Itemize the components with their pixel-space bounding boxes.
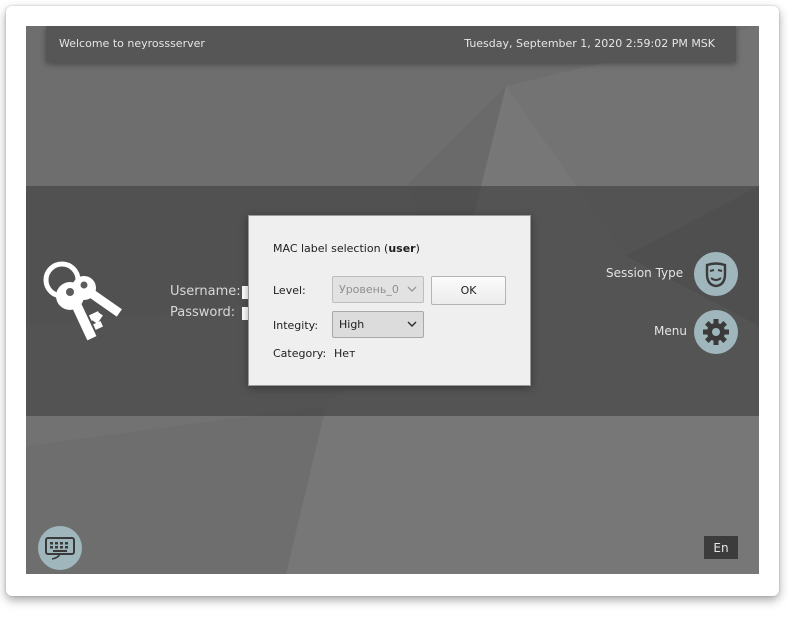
chevron-down-icon — [407, 321, 417, 327]
theater-mask-icon — [705, 262, 727, 288]
session-type-button[interactable] — [694, 252, 738, 296]
menu-label: Menu — [654, 324, 687, 338]
login-screen: Welcome to neyrossserver Tuesday, Septem… — [26, 26, 759, 574]
gear-icon — [703, 319, 729, 345]
keyboard-button[interactable] — [38, 526, 82, 570]
datetime-text: Tuesday, September 1, 2020 2:59:02 PM MS… — [464, 37, 715, 50]
level-value: Уровень_0 — [339, 283, 399, 296]
category-label: Category: — [273, 347, 327, 360]
username-label: Username: — [170, 284, 241, 299]
mac-label-dialog: MAC label selection (user) Level: Уровен… — [248, 215, 531, 386]
keys-icon — [43, 261, 122, 341]
dialog-title: MAC label selection (user) — [273, 242, 420, 255]
dialog-title-user: user — [388, 242, 416, 255]
integrity-select[interactable]: High — [332, 311, 424, 338]
level-select[interactable]: Уровень_0 — [332, 276, 424, 303]
level-label: Level: — [273, 284, 306, 297]
menu-button[interactable] — [694, 310, 738, 354]
keyboard-icon — [45, 537, 75, 560]
integrity-label: Integity: — [273, 319, 319, 332]
ok-button[interactable]: OK — [431, 276, 506, 305]
category-value: Нет — [334, 347, 356, 360]
welcome-text: Welcome to neyrossserver — [59, 37, 205, 50]
chevron-down-icon — [407, 286, 417, 292]
language-indicator[interactable]: En — [704, 536, 738, 559]
password-label: Password: — [170, 305, 236, 320]
session-type-label: Session Type — [606, 266, 684, 280]
integrity-value: High — [339, 318, 365, 331]
top-bar: Welcome to neyrossserver Tuesday, Septem… — [46, 26, 736, 62]
